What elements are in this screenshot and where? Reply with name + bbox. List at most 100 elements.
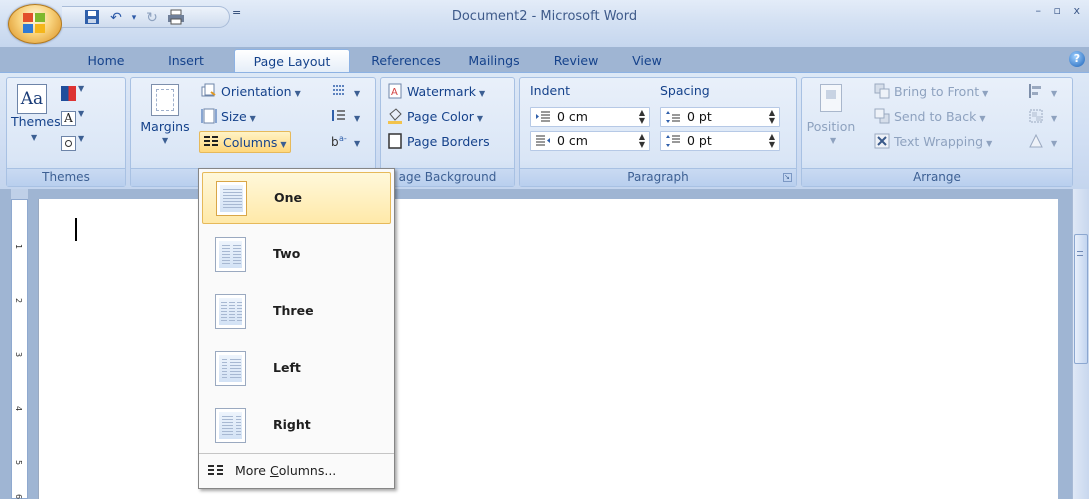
align-icon bbox=[1029, 84, 1041, 98]
page-background-group: A Watermark ▼ Page Color ▼ Page Borders age… bbox=[380, 77, 515, 187]
text-cursor bbox=[75, 218, 77, 241]
ruler-label: 2 bbox=[14, 297, 24, 304]
columns-button[interactable]: Columns ▼ bbox=[199, 131, 291, 153]
columns-icon bbox=[204, 136, 218, 146]
arrange-group: Position ▼ Bring to Front ▼ Send to Back ▼… bbox=[801, 77, 1073, 187]
size-button[interactable]: Size ▼ bbox=[201, 106, 256, 128]
indent-label: Indent bbox=[530, 83, 571, 98]
tab-view[interactable]: View bbox=[622, 49, 672, 73]
columns-option-label: Left bbox=[273, 360, 301, 375]
text-wrapping-button[interactable]: Text Wrapping ▼ bbox=[874, 131, 992, 153]
spacing-label: Spacing bbox=[660, 83, 710, 98]
ruler-corner bbox=[11, 189, 28, 199]
theme-colors-button[interactable]: ▼ bbox=[57, 84, 84, 104]
page-borders-icon bbox=[388, 133, 402, 149]
themes-group-label: Themes bbox=[7, 168, 125, 186]
size-icon bbox=[201, 108, 217, 124]
themes-label: Themes bbox=[11, 114, 61, 129]
tab-references[interactable]: References bbox=[366, 49, 446, 73]
hyphenation-button[interactable]: b a- ▼ bbox=[331, 131, 360, 153]
three-columns-icon bbox=[215, 294, 246, 329]
spinner-arrows-icon[interactable]: ▲ ▼ bbox=[769, 109, 775, 125]
breaks-icon bbox=[333, 85, 345, 95]
page-borders-button[interactable]: Page Borders bbox=[387, 131, 490, 153]
orientation-icon bbox=[201, 83, 216, 97]
tab-page-layout[interactable]: Page Layout bbox=[234, 49, 350, 73]
scrollbar-grip-icon bbox=[1077, 251, 1083, 256]
hyphenation-icon: b a- bbox=[331, 134, 347, 149]
group-button[interactable]: ▼ bbox=[1028, 106, 1057, 128]
svg-text:A: A bbox=[391, 87, 398, 98]
line-numbers-button[interactable]: ▼ bbox=[331, 106, 360, 128]
line-numbers-icon bbox=[332, 110, 345, 121]
bring-to-front-icon bbox=[874, 83, 890, 99]
send-to-back-button[interactable]: Send to Back ▼ bbox=[874, 106, 985, 128]
bring-to-front-label: Bring to Front bbox=[894, 84, 980, 99]
page-color-button[interactable]: Page Color ▼ bbox=[387, 106, 483, 128]
svg-text:b: b bbox=[331, 135, 339, 149]
one-column-icon bbox=[216, 181, 247, 216]
orientation-button[interactable]: Orientation ▼ bbox=[201, 81, 301, 103]
columns-option-label: Three bbox=[273, 303, 314, 318]
ruler-label: 3 bbox=[14, 351, 24, 358]
paragraph-dialog-launcher-icon[interactable]: ↘ bbox=[783, 173, 792, 182]
margins-label: Margins bbox=[140, 119, 190, 134]
margins-button[interactable]: Margins ▼ bbox=[135, 81, 195, 161]
position-label: Position bbox=[806, 119, 856, 134]
columns-dropdown-menu: One Two Three Left Right More Columns... bbox=[198, 168, 395, 489]
title-bar: ↶ ▾ ↻ = Document2 - Microsoft Word – ▫ x bbox=[0, 0, 1089, 47]
breaks-button[interactable]: ▼ bbox=[331, 81, 360, 103]
ribbon: Aa Themes ▼ ▼ A ▼ ▼ Themes Margins ▼ Ori… bbox=[0, 72, 1089, 189]
columns-option-one[interactable]: One bbox=[202, 172, 391, 224]
page-color-label: Page Color bbox=[407, 109, 474, 124]
spacing-after-spinner[interactable]: 0 pt ▲ ▼ bbox=[660, 131, 780, 151]
help-icon[interactable]: ? bbox=[1069, 51, 1085, 67]
tab-home[interactable]: Home bbox=[78, 49, 134, 73]
theme-effects-button[interactable]: ▼ bbox=[57, 134, 84, 154]
bring-to-front-button[interactable]: Bring to Front ▼ bbox=[874, 81, 988, 103]
arrange-group-label: Arrange bbox=[802, 168, 1072, 186]
theme-effects-icon bbox=[61, 136, 76, 151]
spinner-arrows-icon[interactable]: ▲ ▼ bbox=[639, 109, 645, 125]
columns-option-two[interactable]: Two bbox=[202, 229, 391, 281]
columns-option-left[interactable]: Left bbox=[202, 343, 391, 395]
text-wrapping-label: Text Wrapping bbox=[894, 134, 984, 149]
theme-fonts-button[interactable]: A ▼ bbox=[57, 109, 84, 129]
tab-insert[interactable]: Insert bbox=[158, 49, 214, 73]
spacing-before-spinner[interactable]: 0 pt ▲ ▼ bbox=[660, 107, 780, 127]
indent-right-spinner[interactable]: 0 cm ▲ ▼ bbox=[530, 131, 650, 151]
rotate-icon bbox=[1029, 133, 1043, 148]
columns-option-right[interactable]: Right bbox=[202, 400, 391, 452]
rotate-button[interactable]: ▼ bbox=[1028, 131, 1057, 153]
tab-review[interactable]: Review bbox=[544, 49, 608, 73]
more-columns-label: More Columns... bbox=[235, 463, 337, 478]
themes-button[interactable]: Aa Themes ▼ bbox=[11, 81, 61, 161]
theme-colors-icon bbox=[61, 86, 76, 101]
paragraph-group: Indent Spacing 0 cm ▲ ▼ 0 cm ▲ ▼ 0 pt ▲ ▼ 0… bbox=[519, 77, 797, 187]
ruler-label: 4 bbox=[14, 405, 24, 412]
columns-label: Columns bbox=[223, 135, 278, 150]
vertical-scrollbar[interactable] bbox=[1072, 189, 1089, 499]
columns-option-three[interactable]: Three bbox=[202, 286, 391, 338]
align-button[interactable]: ▼ bbox=[1028, 81, 1057, 103]
watermark-button[interactable]: A Watermark ▼ bbox=[387, 81, 485, 103]
page-color-icon bbox=[388, 108, 402, 124]
spinner-arrows-icon[interactable]: ▲ ▼ bbox=[769, 133, 775, 149]
more-columns-menu-item[interactable]: More Columns... bbox=[199, 455, 394, 487]
window-controls: – ▫ x bbox=[1036, 4, 1089, 17]
spacing-before-icon bbox=[666, 111, 680, 123]
more-columns-icon bbox=[208, 465, 223, 475]
two-columns-icon bbox=[215, 237, 246, 272]
columns-option-label: Right bbox=[273, 417, 311, 432]
minimize-button[interactable]: – bbox=[1036, 4, 1042, 17]
vertical-ruler[interactable]: 1 2 3 4 5 6 bbox=[11, 199, 28, 499]
position-button[interactable]: Position ▼ bbox=[806, 81, 856, 161]
tab-mailings[interactable]: Mailings bbox=[458, 49, 530, 73]
indent-left-spinner[interactable]: 0 cm ▲ ▼ bbox=[530, 107, 650, 127]
restore-button[interactable]: ▫ bbox=[1054, 4, 1061, 17]
document-page[interactable] bbox=[38, 199, 1058, 499]
spacing-before-value: 0 pt bbox=[687, 109, 712, 124]
spinner-arrows-icon[interactable]: ▲ ▼ bbox=[639, 133, 645, 149]
close-button[interactable]: x bbox=[1073, 4, 1080, 17]
columns-option-label: Two bbox=[273, 246, 301, 261]
